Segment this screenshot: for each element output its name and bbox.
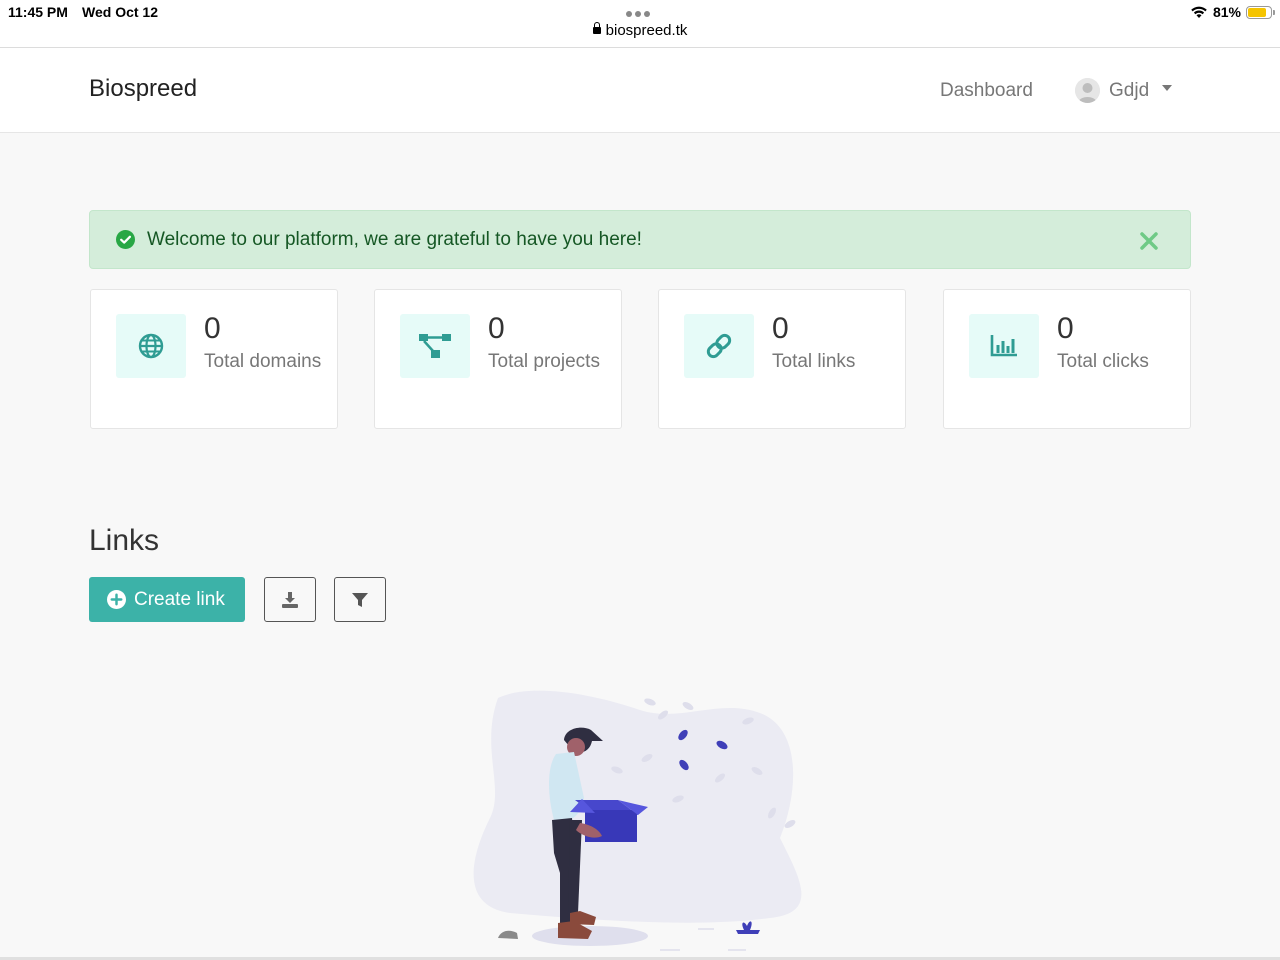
address-bar[interactable]: biospreed.tk [0,22,1280,39]
stat-card-projects: 0 Total projects [374,289,622,429]
chart-bar-icon [969,314,1039,378]
project-diagram-icon [400,314,470,378]
user-menu-dropdown[interactable]: Gdjd [1075,78,1173,103]
globe-icon [116,314,186,378]
stat-label: Total clicks [1057,351,1149,372]
create-link-button[interactable]: Create link [89,577,245,622]
stat-card-clicks: 0 Total clicks [943,289,1191,429]
lock-icon [592,22,601,34]
stat-card-domains: 0 Total domains [90,289,338,429]
stat-value: 0 [488,312,505,345]
stat-label: Total links [772,351,856,372]
download-icon [282,591,298,608]
wifi-icon [1191,6,1207,18]
stat-value: 0 [772,312,789,345]
address-url: biospreed.tk [605,22,688,39]
link-icon [684,314,754,378]
nav-dashboard-link[interactable]: Dashboard [940,80,1033,102]
browser-status-bar: 11:45 PM Wed Oct 12 biospreed.tk 81% [0,0,1280,48]
chevron-down-icon [1162,84,1173,91]
links-heading: Links [89,524,160,557]
brand-logo[interactable]: Biospreed [89,75,197,103]
status-date: Wed Oct 12 [82,4,158,20]
welcome-alert: Welcome to our platform, we are grateful… [89,210,1191,269]
status-time: 11:45 PM [8,4,68,20]
create-link-label: Create link [134,588,225,610]
check-circle-icon [116,230,135,249]
alert-message: Welcome to our platform, we are grateful… [147,228,642,250]
stat-card-links: 0 Total links [658,289,906,429]
empty-state-illustration [473,690,802,951]
avatar [1075,78,1100,103]
filter-icon [352,592,368,607]
multitasking-dots-icon[interactable] [626,11,650,17]
user-name: Gdjd [1109,79,1150,101]
close-icon[interactable] [1138,230,1160,252]
filter-button[interactable] [334,577,386,622]
export-button[interactable] [264,577,316,622]
stat-label: Total projects [488,351,600,372]
stat-label: Total domains [204,351,322,372]
plus-circle-icon [107,590,126,609]
battery-percent: 81% [1212,4,1241,20]
battery-icon [1246,5,1275,19]
status-indicators: 81% [1190,4,1275,20]
stat-value: 0 [204,312,221,345]
stat-value: 0 [1057,312,1074,345]
top-navbar: Biospreed Dashboard Gdjd [0,48,1280,133]
